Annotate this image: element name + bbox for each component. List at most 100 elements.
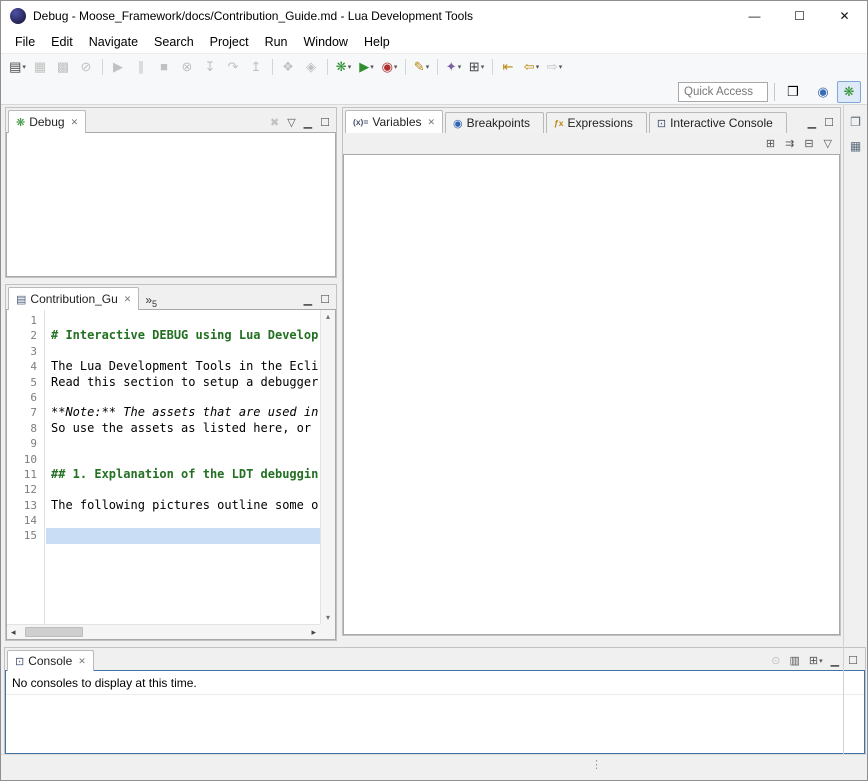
tab-console[interactable]: ⊡ Console ✕	[7, 650, 94, 671]
line-number-ruler[interactable]: 1 2 3 4 5 6 7 8 9 10	[7, 310, 45, 624]
scroll-right-icon[interactable]: ▸	[311, 625, 316, 639]
chevron-right-icon: »	[145, 294, 152, 306]
code-line[interactable]: The Lua Development Tools in the Ecli	[51, 359, 320, 374]
menu-item-file[interactable]: File	[7, 33, 43, 51]
code-line[interactable]	[46, 528, 320, 543]
line-number: 14	[7, 513, 37, 528]
code-line[interactable]: ## 1. Explanation of the LDT debuggin	[51, 467, 320, 482]
code-line[interactable]: # Interactive DEBUG using Lua Develop	[51, 328, 320, 343]
last-edit-location-button[interactable]: ⇤	[497, 56, 520, 78]
code-line[interactable]	[51, 313, 320, 328]
step-over-button[interactable]: ↷	[222, 56, 245, 78]
open-console-icon[interactable]: ⊞▾	[809, 654, 823, 667]
palette-view-icon[interactable]: ▦	[850, 139, 861, 153]
tab-breakpoints[interactable]: ◉ Breakpoints	[445, 112, 544, 133]
maximize-icon[interactable]: ☐	[320, 293, 330, 306]
view-menu-icon[interactable]: ▽	[287, 116, 295, 129]
menu-item-help[interactable]: Help	[356, 33, 398, 51]
mark-occurrences-button[interactable]: ✎▾	[410, 56, 433, 78]
remove-all-terminated-icon[interactable]: ✖	[270, 116, 279, 129]
menu-item-search[interactable]: Search	[146, 33, 202, 51]
show-logical-structures-icon[interactable]: ⊞	[766, 137, 775, 150]
display-selected-console-icon[interactable]: ▥	[790, 654, 801, 667]
code-line[interactable]: Read this section to setup a debugger	[51, 375, 320, 390]
scrollbar-corner	[320, 624, 335, 639]
console-action-glyph: ▥	[790, 654, 800, 667]
code-line[interactable]	[51, 452, 320, 467]
minimize-icon[interactable]: ▁	[304, 116, 312, 129]
minimize-button[interactable]: —	[732, 1, 777, 31]
editor-tab-overflow[interactable]: » 5	[141, 293, 161, 309]
menu-item-run[interactable]: Run	[257, 33, 296, 51]
code-line[interactable]	[51, 436, 320, 451]
debug-tree-area[interactable]	[6, 132, 336, 277]
minimize-icon[interactable]: ▁	[808, 116, 816, 129]
maximize-icon[interactable]: ☐	[824, 116, 834, 129]
suspend-button[interactable]: ∥	[130, 56, 153, 78]
resume-button[interactable]: ▶	[107, 56, 130, 78]
code-line[interactable]	[51, 390, 320, 405]
code-line[interactable]: **Note:** The assets that are used in	[51, 405, 320, 420]
view-menu-icon[interactable]: ▽	[824, 137, 832, 150]
pin-editor-button[interactable]: ⊞▾	[465, 56, 488, 78]
tab-close-icon[interactable]: ✕	[78, 656, 86, 667]
drop-to-frame-button[interactable]: ◈	[300, 56, 323, 78]
tab-variables[interactable]: (x)= Variables ✕	[345, 110, 443, 133]
forward-button[interactable]: ⇨▾	[543, 56, 566, 78]
menu-item-edit[interactable]: Edit	[43, 33, 81, 51]
run-button[interactable]: ▶▾	[355, 56, 378, 78]
back-button[interactable]: ⇦▾	[520, 56, 543, 78]
code-line[interactable]: The following pictures outline some o	[51, 498, 320, 513]
tab-contribution-guide[interactable]: ▤ Contribution_Gu ✕	[8, 287, 139, 310]
step-return-button[interactable]: ↥	[245, 56, 268, 78]
scroll-up-icon[interactable]: ▴	[326, 312, 330, 321]
tab-debug[interactable]: ❋ Debug ✕	[8, 110, 86, 133]
minimize-icon[interactable]: ▁	[831, 654, 840, 667]
restore-minimized-view-icon[interactable]: ❐	[850, 115, 861, 129]
save-all-button[interactable]: ▩	[52, 56, 75, 78]
scrollbar-thumb[interactable]	[25, 627, 83, 637]
quick-access-input[interactable]	[678, 82, 768, 102]
use-step-filters-button[interactable]: ❖	[277, 56, 300, 78]
disconnect-button[interactable]: ⊗	[176, 56, 199, 78]
step-into-button[interactable]: ↧	[199, 56, 222, 78]
tab-close-icon[interactable]: ✕	[124, 294, 132, 305]
code-line[interactable]: So use the assets as listed here, or	[51, 421, 320, 436]
new-wizard-button[interactable]: ✦▾	[442, 56, 465, 78]
scroll-down-icon[interactable]: ▾	[326, 613, 330, 622]
minimize-icon[interactable]: ▁	[304, 293, 312, 306]
menu-item-project[interactable]: Project	[202, 33, 257, 51]
link-with-debug-icon[interactable]: ⇉	[785, 137, 794, 150]
pin-console-icon[interactable]: ⊙	[771, 654, 781, 667]
new-button[interactable]: ▤▾	[6, 56, 29, 78]
external-tools-button[interactable]: ◉▾	[378, 56, 401, 78]
open-perspective-button[interactable]: ❒	[781, 81, 805, 103]
code-line[interactable]	[51, 344, 320, 359]
perspective-ldt-button[interactable]: ◉	[811, 81, 835, 103]
code-line[interactable]	[51, 513, 320, 528]
horizontal-scrollbar[interactable]: ◂ ▸	[7, 624, 320, 639]
tab-interactive-console[interactable]: ⊡ Interactive Console	[649, 112, 787, 133]
console-content-area[interactable]: No consoles to display at this time.	[5, 670, 865, 754]
code-area[interactable]: # Interactive DEBUG using Lua Develop Th…	[46, 310, 320, 624]
tab-expressions[interactable]: ƒx Expressions	[546, 112, 647, 133]
perspective-debug-button[interactable]: ❋	[837, 81, 861, 103]
scroll-left-icon[interactable]: ◂	[11, 625, 16, 639]
tab-close-icon[interactable]: ✕	[428, 117, 436, 128]
debug-bug-icon: ❋	[16, 116, 25, 129]
collapse-all-icon[interactable]: ⊟	[804, 137, 813, 150]
menu-item-navigate[interactable]: Navigate	[81, 33, 146, 51]
maximize-icon[interactable]: ☐	[320, 116, 330, 129]
vertical-scrollbar[interactable]: ▴ ▾	[320, 310, 335, 624]
terminate-button[interactable]: ■	[153, 56, 176, 78]
menu-item-window[interactable]: Window	[296, 33, 356, 51]
code-line[interactable]	[51, 482, 320, 497]
sash-drag-handle[interactable]: ⋮	[591, 758, 602, 771]
debug-button[interactable]: ❋▾	[332, 56, 355, 78]
tab-close-icon[interactable]: ✕	[71, 117, 79, 128]
skip-all-breakpoints-button[interactable]: ⊘	[75, 56, 98, 78]
close-button[interactable]: ✕	[822, 1, 867, 31]
variables-content-area[interactable]	[343, 154, 840, 635]
save-button[interactable]: ▦	[29, 56, 52, 78]
maximize-button[interactable]: ☐	[777, 1, 822, 31]
